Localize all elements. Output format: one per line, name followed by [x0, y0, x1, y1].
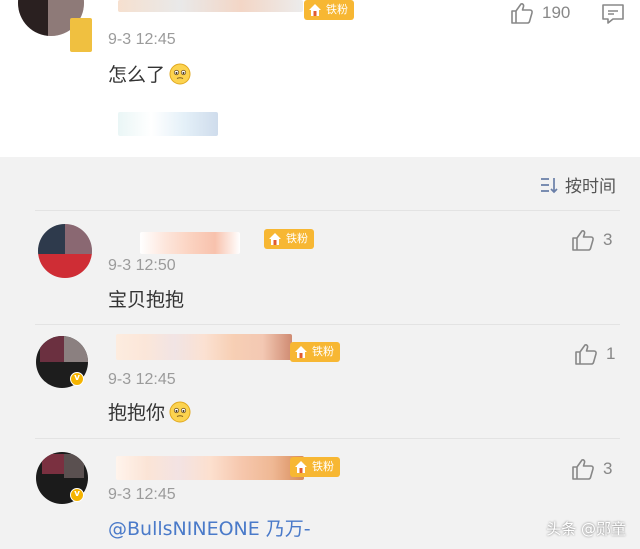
- username-blurred[interactable]: [140, 232, 240, 254]
- thumbs-up-icon: [575, 344, 597, 365]
- avatar[interactable]: [38, 224, 92, 278]
- like-count: 190: [542, 3, 571, 22]
- fan-badge: 铁粉: [290, 342, 340, 362]
- sort-icon: [541, 177, 558, 193]
- comment-icon[interactable]: [601, 3, 625, 25]
- like-button[interactable]: 1: [574, 343, 615, 365]
- comment-text: 怎么了: [108, 60, 191, 87]
- house-icon: [309, 4, 321, 16]
- username-blurred[interactable]: [116, 334, 292, 360]
- sort-label: 按时间: [565, 177, 616, 197]
- fan-badge: 铁粉: [264, 229, 314, 249]
- like-count: 1: [606, 344, 616, 363]
- like-button[interactable]: 3: [571, 458, 612, 480]
- username-blurred[interactable]: [116, 456, 304, 480]
- comment-text-content: 怎么了: [108, 64, 166, 86]
- house-icon: [295, 461, 307, 473]
- comment-time: 9-3 12:45: [108, 31, 176, 48]
- reply-preview-blurred[interactable]: [118, 112, 218, 136]
- comment-time: 9-3 12:45: [108, 371, 176, 388]
- fan-badge-label: 铁粉: [312, 460, 334, 473]
- house-icon: [295, 346, 307, 358]
- fan-badge-label: 铁粉: [326, 3, 348, 16]
- like-button[interactable]: 190: [510, 2, 570, 24]
- username-blurred: [118, 0, 303, 12]
- emoji-icon: [169, 63, 191, 85]
- like-count: 3: [603, 459, 613, 478]
- fan-badge-label: 铁粉: [312, 345, 334, 358]
- fan-badge: 铁粉: [304, 0, 354, 20]
- top-comment-card: 铁粉 190 9-3 12:45 怎么了: [0, 0, 640, 157]
- divider: [35, 438, 620, 439]
- comment-text: 抱抱你: [108, 398, 191, 425]
- emoji-icon: [169, 401, 191, 423]
- divider: [35, 210, 620, 211]
- thumbs-up-icon: [572, 230, 594, 251]
- comment-text: 宝贝抱抱: [108, 289, 185, 311]
- like-button[interactable]: 3: [571, 229, 612, 251]
- comment-time: 9-3 12:50: [108, 257, 176, 274]
- divider: [35, 324, 620, 325]
- thumbs-up-icon: [511, 3, 533, 24]
- fan-badge: 铁粉: [290, 457, 340, 477]
- verified-icon: v: [70, 372, 84, 386]
- watermark: 头条 @郧童: [546, 520, 626, 538]
- comment-mention-text[interactable]: @BullsNINEONE 乃万-: [108, 514, 311, 541]
- fan-badge-label: 铁粉: [286, 232, 308, 245]
- thumbs-up-icon: [572, 459, 594, 480]
- comment-text-content: 抱抱你: [108, 402, 166, 424]
- comment-time: 9-3 12:45: [108, 486, 176, 503]
- sort-by-time-button[interactable]: 按时间: [539, 172, 616, 197]
- like-count: 3: [603, 230, 613, 249]
- username-blurred[interactable]: [70, 18, 92, 52]
- house-icon: [269, 233, 281, 245]
- verified-icon: v: [70, 488, 84, 502]
